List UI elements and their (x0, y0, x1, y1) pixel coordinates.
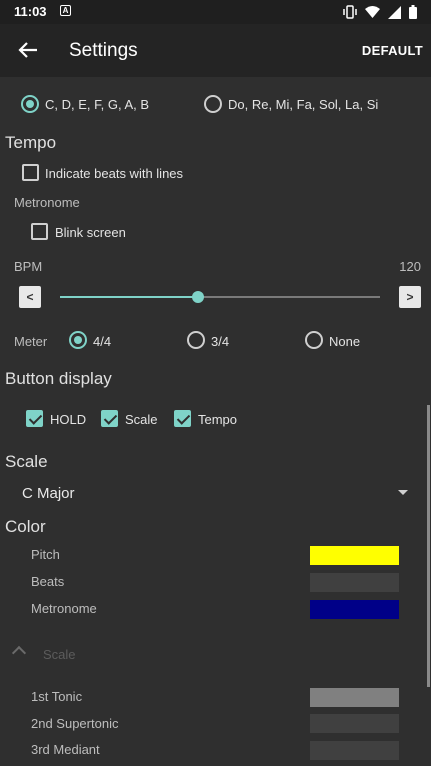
page-title: Settings (69, 40, 138, 61)
status-icons (343, 4, 417, 20)
meter-4-4-label: 4/4 (93, 334, 112, 349)
meter-none-label: None (329, 334, 361, 349)
blink-screen-checkbox[interactable] (31, 223, 48, 240)
color-heading: Color (5, 517, 46, 536)
scale-display-label: Scale (125, 412, 158, 427)
status-time: 11:03 (14, 4, 47, 19)
bpm-slider-thumb[interactable] (191, 291, 204, 303)
radio-solfege-names[interactable] (204, 95, 222, 113)
default-button[interactable]: DEFAULT (362, 43, 423, 58)
color-metronome-swatch[interactable] (310, 600, 399, 619)
hold-label: HOLD (50, 412, 87, 427)
color-3rd-mediant-label: 3rd Mediant (31, 742, 100, 757)
bpm-decrement-button[interactable]: < (19, 286, 41, 308)
scale-heading: Scale (5, 452, 48, 471)
vibrate-icon (343, 5, 357, 19)
meter-3-4-label: 3/4 (211, 334, 230, 349)
indicate-beats-label: Indicate beats with lines (45, 166, 184, 181)
radio-solfege-names-label: Do, Re, Mi, Fa, Sol, La, Si (228, 97, 379, 112)
button-display-heading: Button display (5, 369, 112, 388)
color-3rd-mediant-swatch[interactable] (310, 741, 399, 760)
blink-screen-label: Blink screen (55, 225, 126, 240)
collapse-chevron-icon[interactable] (11, 645, 27, 661)
indicate-beats-checkbox[interactable] (22, 164, 39, 181)
tempo-heading: Tempo (5, 133, 57, 152)
wifi-icon (365, 5, 380, 18)
hold-checkbox[interactable] (26, 410, 43, 427)
color-2nd-supertonic-swatch[interactable] (310, 714, 399, 733)
radio-letter-names-label: C, D, E, F, G, A, B (45, 97, 150, 112)
scale-dropdown-value: C Major (22, 485, 75, 502)
color-pitch-label: Pitch (31, 547, 60, 562)
meter-4-4-radio[interactable] (69, 331, 87, 349)
color-1st-tonic-label: 1st Tonic (31, 689, 83, 704)
battery-icon (409, 5, 417, 19)
bpm-label: BPM (14, 259, 43, 274)
scrollbar[interactable] (427, 405, 430, 687)
tempo-display-label: Tempo (198, 412, 238, 427)
color-1st-tonic-swatch[interactable] (310, 688, 399, 707)
meter-none-radio[interactable] (305, 331, 323, 349)
dropdown-arrow-icon (398, 490, 408, 495)
color-metronome-label: Metronome (31, 601, 97, 616)
bpm-value: 120 (399, 259, 421, 274)
scale-color-group-label[interactable]: Scale (43, 647, 76, 662)
meter-3-4-radio[interactable] (187, 331, 205, 349)
color-beats-label: Beats (31, 574, 65, 589)
bpm-slider-fill (60, 296, 198, 298)
scale-display-checkbox[interactable] (101, 410, 118, 427)
color-pitch-swatch[interactable] (310, 546, 399, 565)
signal-icon (388, 5, 401, 19)
scale-dropdown[interactable]: C Major (18, 480, 418, 506)
meter-label: Meter (14, 334, 48, 349)
color-2nd-supertonic-label: 2nd Supertonic (31, 716, 119, 731)
bpm-increment-button[interactable]: > (399, 286, 421, 308)
notification-a-icon: A (60, 5, 71, 16)
tempo-display-checkbox[interactable] (174, 410, 191, 427)
back-arrow-icon[interactable] (17, 39, 39, 61)
radio-letter-names[interactable] (21, 95, 39, 113)
metronome-label: Metronome (14, 195, 80, 210)
color-beats-swatch[interactable] (310, 573, 399, 592)
